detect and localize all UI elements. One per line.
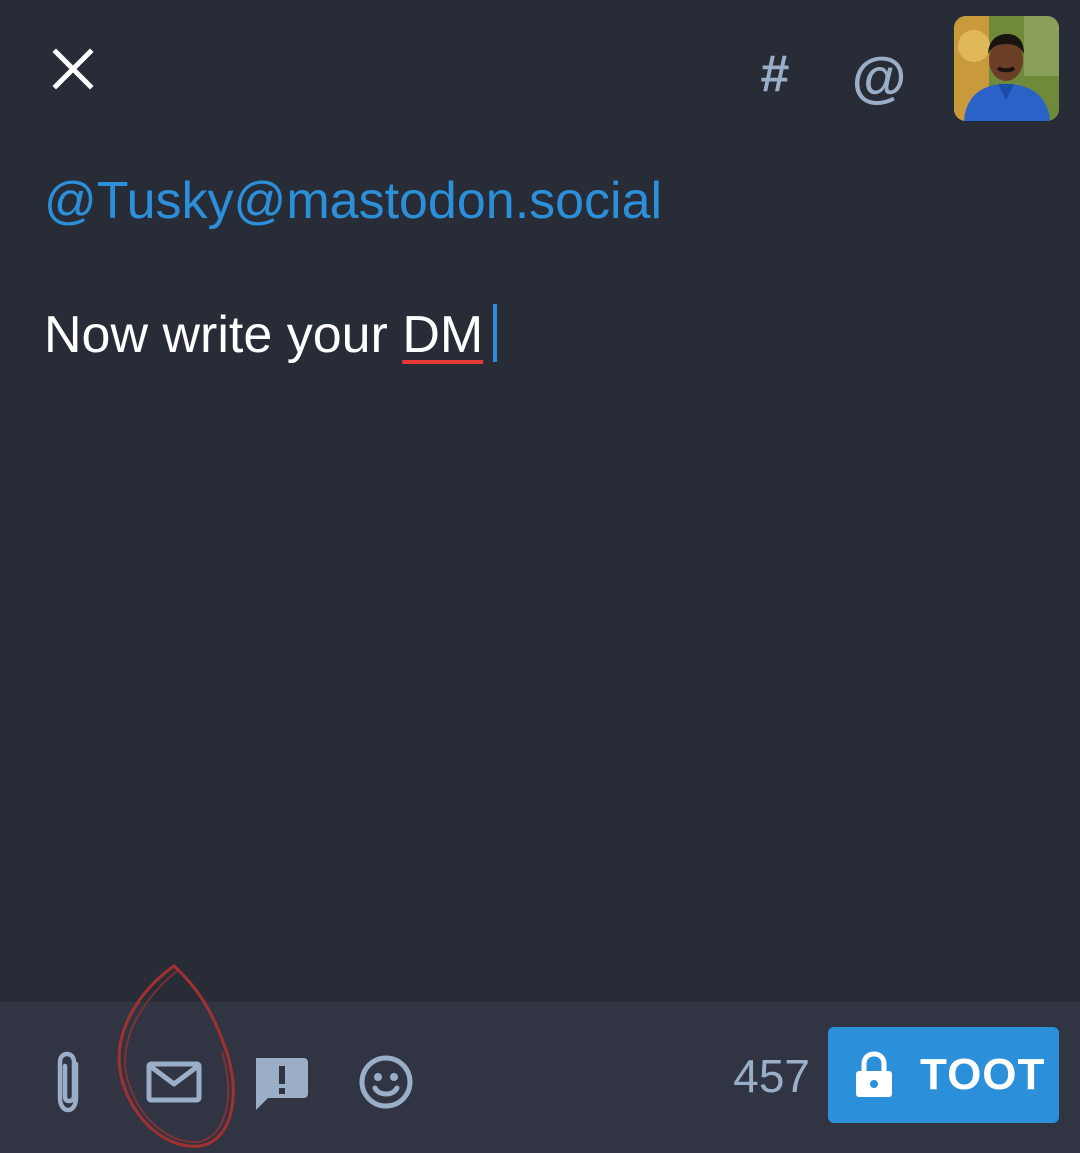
profile-avatar-icon <box>954 16 1059 121</box>
hashtag-button[interactable]: # <box>744 44 806 104</box>
compose-text-field[interactable]: @Tusky@mastodon.social Now write your DM <box>44 160 1034 980</box>
close-button[interactable] <box>44 40 102 98</box>
attach-media-button[interactable] <box>32 1046 104 1118</box>
emoji-icon <box>359 1055 413 1109</box>
lock-icon <box>856 1051 892 1097</box>
emoji-button[interactable] <box>350 1046 422 1118</box>
visibility-button[interactable] <box>138 1046 210 1118</box>
toot-button[interactable]: TOOT <box>828 1027 1059 1123</box>
top-bar: # @ <box>0 0 1080 140</box>
content-warning-button[interactable] <box>244 1046 316 1118</box>
paperclip-icon <box>57 1051 79 1113</box>
envelope-icon <box>146 1061 202 1103</box>
at-sign-icon: @ <box>851 45 907 108</box>
mention-button[interactable]: @ <box>846 46 912 110</box>
avatar[interactable] <box>954 16 1059 121</box>
misspelled-word: DM <box>402 306 484 364</box>
compose-text: Now write your <box>44 306 403 364</box>
content-warning-icon <box>256 1058 308 1110</box>
close-icon <box>52 48 94 90</box>
compose-body-line: Now write your DM <box>44 300 498 370</box>
character-counter: 457 <box>733 1050 810 1102</box>
mention-text: @Tusky@mastodon.social <box>44 172 663 230</box>
compose-screen: # @ @Tusky@mastodon.social Now write you… <box>0 0 1080 1153</box>
text-cursor <box>493 304 498 362</box>
toot-label: TOOT <box>920 1050 1046 1099</box>
hashtag-icon: # <box>760 45 790 103</box>
